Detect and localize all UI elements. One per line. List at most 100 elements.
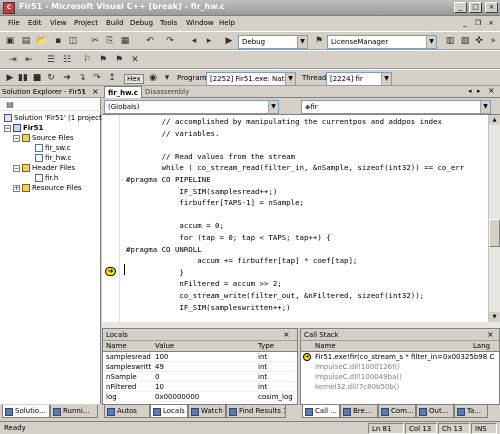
tree-file[interactable]: fir_hw.c: [35, 154, 71, 162]
chevron-down-icon[interactable]: ▼: [480, 101, 490, 113]
tab-disassembly[interactable]: Disassembly: [142, 86, 192, 98]
col-type[interactable]: Type: [258, 341, 274, 352]
continue-icon[interactable]: ▶: [222, 34, 236, 48]
tab-solution-explorer[interactable]: Solutio...: [2, 405, 50, 418]
collapse-icon[interactable]: −: [13, 134, 20, 142]
save-icon[interactable]: ▪: [51, 34, 65, 48]
menu-edit[interactable]: Edit: [28, 19, 42, 27]
locals-row[interactable]: log 0x00000000 cosim_log: [103, 392, 297, 402]
scope-combo[interactable]: (Globals) ▼: [104, 100, 279, 114]
break-all-icon[interactable]: ▮▮: [16, 71, 30, 85]
tab-breakpoints[interactable]: Bre...: [340, 405, 378, 418]
solution-config-combo[interactable]: Debug ▼: [238, 35, 308, 49]
cut-icon[interactable]: ✂: [88, 34, 102, 48]
callstack-row[interactable]: ImpulseC.dll!1000126f(): [301, 362, 499, 372]
menu-debug[interactable]: Debug: [130, 19, 153, 27]
tab-running-documents[interactable]: Runni...: [50, 405, 98, 418]
outdent-icon[interactable]: ⇤: [22, 53, 36, 67]
menu-view[interactable]: View: [50, 19, 67, 27]
expand-icon[interactable]: +: [13, 184, 20, 192]
bookmark-icon[interactable]: ⚐: [80, 53, 94, 67]
comment-icon[interactable]: ☰: [44, 53, 58, 67]
continue-debug-icon[interactable]: ▶: [3, 71, 17, 85]
tab-command-window[interactable]: Com...: [378, 405, 416, 418]
next-bookmark-icon[interactable]: ⚑: [96, 53, 110, 67]
locals-row[interactable]: nSample 0 int: [103, 372, 297, 382]
toolbar-options-icon[interactable]: »: [486, 34, 500, 48]
menu-tools[interactable]: Tools: [160, 19, 177, 27]
scroll-up-icon[interactable]: ▲: [489, 115, 500, 125]
minimize-button[interactable]: _: [454, 2, 467, 13]
member-combo[interactable]: ◆fir ▼: [301, 100, 491, 114]
mdi-restore-icon[interactable]: ❐: [473, 18, 483, 28]
undo-icon[interactable]: ↶: [143, 34, 157, 48]
tree-solution[interactable]: Solution 'Fir51' (1 project): [4, 114, 105, 122]
prev-bookmark-icon[interactable]: ⚑: [112, 53, 126, 67]
hex-toggle[interactable]: Hex: [124, 74, 144, 84]
debug-windows-dropdown-icon[interactable]: ▾: [160, 71, 174, 85]
show-next-statement-icon[interactable]: ➜: [60, 71, 74, 85]
open-icon[interactable]: 📂: [35, 34, 49, 48]
tab-find-results-1[interactable]: Find Results 1: [226, 405, 286, 418]
paste-icon[interactable]: ▦: [118, 34, 132, 48]
callstack-row[interactable]: ➜ Fir51.exe!fir(co_stream_s * filter_in=0…: [301, 352, 499, 362]
tab-scroll-right-icon[interactable]: ▸: [477, 87, 481, 95]
chevron-down-icon[interactable]: ▼: [285, 73, 295, 85]
step-out-icon[interactable]: ↥: [105, 71, 119, 85]
collapse-icon[interactable]: −: [13, 164, 20, 172]
tab-scroll-left-icon[interactable]: ◂: [468, 87, 472, 95]
tab-watch-1[interactable]: Watch 1: [188, 405, 226, 418]
thread-combo[interactable]: [2224] fir ▼: [326, 72, 392, 86]
indent-icon[interactable]: ⇥: [6, 53, 20, 67]
locals-row[interactable]: samplesread 100 int: [103, 352, 297, 362]
pin-icon[interactable]: ᵠ: [82, 88, 85, 96]
tab-fir-hw[interactable]: fir_hw.c: [104, 86, 142, 98]
chevron-down-icon[interactable]: ▼: [297, 36, 307, 48]
tab-output[interactable]: Out...: [416, 405, 454, 418]
locals-row[interactable]: nFiltered 10 int: [103, 382, 297, 392]
chevron-down-icon[interactable]: ▼: [426, 36, 436, 48]
maximize-button[interactable]: □: [469, 2, 482, 13]
col-lang[interactable]: Lang: [473, 341, 490, 352]
stop-debugging-icon[interactable]: ■: [30, 71, 44, 85]
chevron-down-icon[interactable]: ▼: [381, 73, 391, 85]
mdi-close-icon[interactable]: ×: [486, 18, 496, 28]
menu-file[interactable]: File: [8, 19, 20, 27]
tree-file[interactable]: fir.h: [35, 174, 58, 182]
tree-folder-resource[interactable]: + Resource Files: [13, 184, 82, 192]
find-combo[interactable]: LicenseManager ▼: [327, 35, 437, 49]
copy-icon[interactable]: ⎘: [103, 34, 117, 48]
close-panel-icon[interactable]: ×: [92, 87, 99, 96]
tab-autos[interactable]: Autos: [104, 405, 150, 418]
scroll-down-icon[interactable]: ▼: [489, 312, 500, 322]
redo-icon[interactable]: ↷: [163, 34, 177, 48]
app-icon[interactable]: C: [3, 2, 15, 14]
close-document-icon[interactable]: ×: [488, 86, 495, 95]
menu-help[interactable]: Help: [219, 19, 235, 27]
navigate-back-icon[interactable]: ◂: [187, 34, 201, 48]
tab-task-list[interactable]: Ta...: [454, 405, 488, 418]
col-name[interactable]: Name: [315, 341, 336, 352]
toolbox-icon[interactable]: ✜: [472, 34, 486, 48]
menu-project[interactable]: Project: [74, 19, 98, 27]
chevron-down-icon[interactable]: ▼: [268, 101, 278, 113]
properties-icon[interactable]: ▧: [458, 34, 472, 48]
mdi-minimize-icon[interactable]: _: [460, 18, 470, 28]
find-in-files-icon[interactable]: ⚑: [312, 34, 326, 48]
menu-build[interactable]: Build: [106, 19, 124, 27]
tab-call-stack[interactable]: Call ...: [302, 405, 340, 418]
properties-icon[interactable]: ▤: [4, 99, 16, 110]
program-combo[interactable]: [2252] Fir51.exe: Nativ ▼: [206, 72, 296, 86]
breakpoints-icon[interactable]: ◉: [146, 71, 160, 85]
navigate-forward-icon[interactable]: ▸: [202, 34, 216, 48]
editor-vertical-scrollbar[interactable]: ▲ ▼: [488, 115, 500, 322]
tab-locals[interactable]: Locals: [150, 405, 188, 418]
collapse-icon[interactable]: −: [4, 124, 11, 132]
locals-row[interactable]: sampleswritt 49 int: [103, 362, 297, 372]
uncomment-icon[interactable]: ☷: [60, 53, 74, 67]
col-value[interactable]: Value: [155, 341, 174, 352]
new-project-icon[interactable]: ▣: [3, 34, 17, 48]
save-all-icon[interactable]: ◫: [66, 34, 80, 48]
callstack-row[interactable]: kernel32.dll!7c80b50b(): [301, 382, 499, 392]
tree-project[interactable]: − Fir51: [4, 124, 43, 132]
